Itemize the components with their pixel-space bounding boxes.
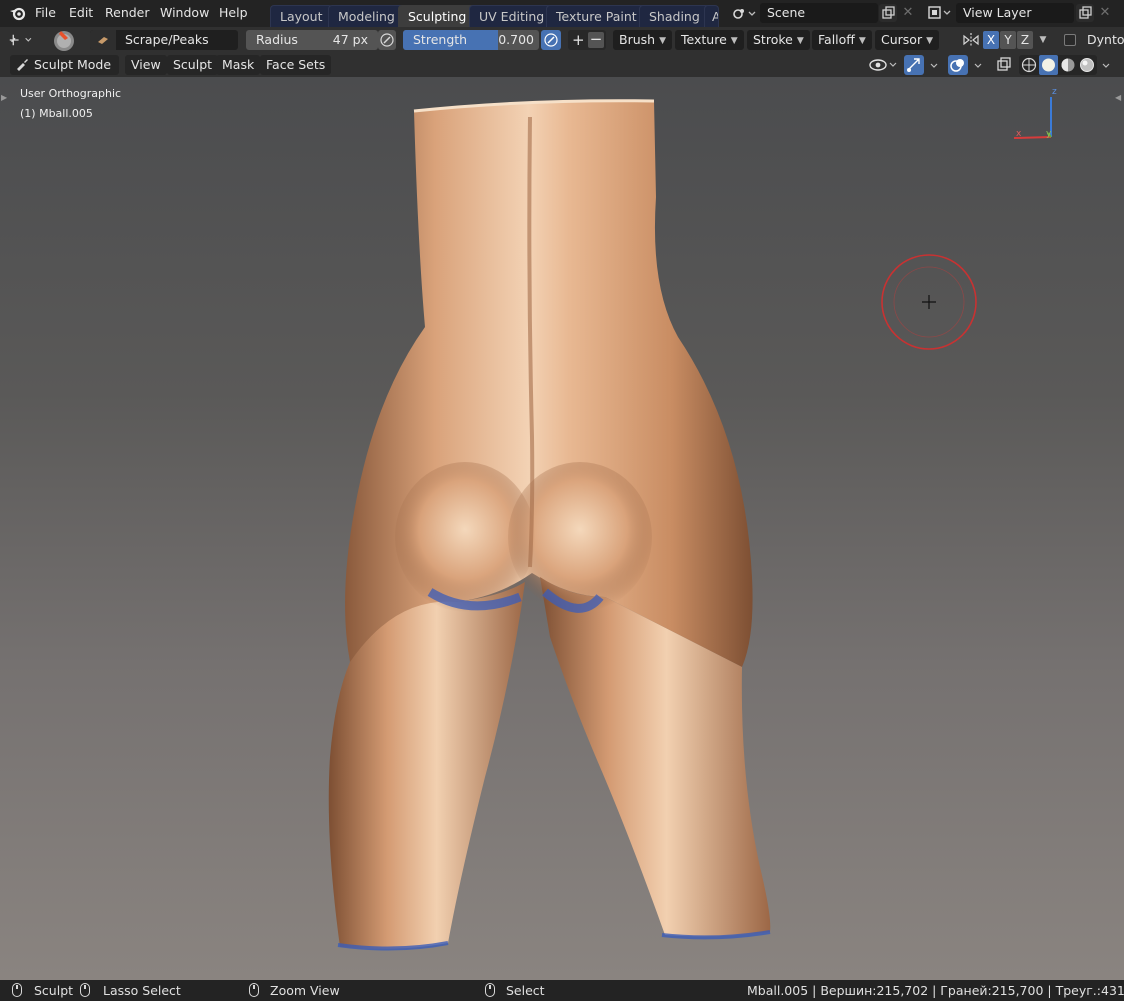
status-zoom-action: Zoom View (270, 983, 340, 998)
falloff-menu-label: Falloff (818, 32, 855, 47)
scene-name-field[interactable]: Scene (760, 3, 878, 23)
sculpt-brush-icon (17, 59, 28, 71)
chevron-down-icon[interactable]: ▼ (1035, 31, 1051, 49)
close-icon[interactable]: ✕ (1096, 4, 1114, 22)
shading-solid-icon (1042, 58, 1055, 72)
shading-wireframe-icon (1021, 57, 1037, 73)
sculpt-mesh[interactable] (0, 77, 1124, 980)
mouse-right-icon (485, 983, 495, 997)
dyntopo-label: Dyntopo (1087, 32, 1124, 47)
3d-viewport[interactable]: ▶ ◀ User Orthographic (1) Mball.005 z x … (0, 77, 1124, 980)
tab-animation[interactable]: A (704, 5, 719, 27)
radius-slider[interactable]: Radius 47 px (246, 30, 378, 50)
visibility-selector[interactable] (866, 55, 900, 75)
radius-label: Radius (256, 32, 298, 47)
status-middle-action: Lasso Select (103, 983, 181, 998)
brush-preview-icon (90, 30, 116, 50)
status-select-action: Select (506, 983, 545, 998)
texture-menu[interactable]: Texture ▼ (675, 30, 744, 50)
menu-help[interactable]: Help (219, 4, 248, 22)
chevron-down-icon[interactable] (969, 55, 987, 75)
subtract-icon[interactable]: − (588, 32, 604, 48)
status-left-action: Sculpt (34, 983, 74, 998)
status-bar: Sculpt Lasso Select Zoom View Select Mba… (0, 980, 1124, 1001)
chevron-down-icon[interactable] (1098, 55, 1114, 75)
brush-name: Scrape/Peaks (124, 32, 209, 47)
strength-value: 0.700 (498, 32, 534, 47)
mouse-middle-icon (80, 983, 90, 997)
header-menu-mask[interactable]: Mask (216, 55, 261, 75)
radius-pressure-toggle[interactable] (378, 30, 396, 50)
chevron-down-icon: ▼ (796, 36, 804, 46)
brush-menu[interactable]: Brush ▼ (613, 30, 672, 50)
chevron-down-icon: ▼ (926, 36, 934, 46)
pressure-pen-icon (544, 33, 558, 47)
falloff-menu[interactable]: Falloff ▼ (812, 30, 872, 50)
tool-settings-bar: Scrape/Peaks Radius 47 px Strength 0.700… (0, 27, 1124, 52)
mouse-left-icon (12, 983, 22, 997)
symmetry-y-toggle[interactable]: Y (1000, 31, 1016, 49)
cursor-menu[interactable]: Cursor ▼ (875, 30, 940, 50)
cursor-menu-label: Cursor (881, 32, 923, 47)
chevron-down-icon: ▼ (858, 36, 866, 46)
tab-texture-paint[interactable]: Texture Paint (546, 5, 647, 27)
header-menu-sculpt[interactable]: Sculpt (167, 55, 219, 75)
shading-rendered-icon (1080, 58, 1094, 72)
tab-uv-editing[interactable]: UV Editing (469, 5, 555, 27)
chevron-down-icon: ▼ (659, 36, 666, 46)
tool-selector[interactable] (6, 30, 40, 50)
copy-icon[interactable] (879, 4, 897, 22)
menu-edit[interactable]: Edit (69, 4, 93, 22)
menu-file[interactable]: File (35, 4, 56, 22)
mouse-scroll-icon (249, 983, 259, 997)
tab-shading[interactable]: Shading (639, 5, 710, 27)
strength-pressure-toggle[interactable] (541, 30, 561, 50)
texture-menu-label: Texture (681, 32, 727, 47)
symmetry-x-toggle[interactable]: X (983, 31, 999, 49)
header-menu-view[interactable]: View (125, 55, 167, 75)
stroke-menu-label: Stroke (753, 32, 793, 47)
shading-material-icon (1061, 58, 1075, 72)
tab-sculpting[interactable]: Sculpting (398, 5, 477, 27)
top-menu-bar: File Edit Render Window Help Layout Mode… (0, 0, 1124, 27)
tab-modeling[interactable]: Modeling (328, 5, 405, 27)
stroke-menu[interactable]: Stroke ▼ (747, 30, 810, 50)
brush-datablock[interactable]: Scrape/Peaks (90, 30, 238, 50)
menu-window[interactable]: Window (160, 4, 209, 22)
radius-value: 47 px (332, 32, 368, 47)
chevron-down-icon[interactable] (925, 55, 943, 75)
copy-icon[interactable] (1076, 4, 1094, 22)
brush-menu-label: Brush (619, 32, 656, 47)
menu-render[interactable]: Render (105, 4, 150, 22)
blender-logo-icon[interactable] (9, 5, 27, 21)
scene-statistics: Mball.005 | Вершин:215,702 | Граней:215,… (747, 983, 1124, 998)
shading-mode-group (1019, 55, 1097, 75)
add-icon[interactable]: + (572, 30, 585, 50)
mode-selector[interactable]: Sculpt Mode▼ (10, 55, 119, 91)
viewport-header: Sculpt Mode▼ View Sculpt Mask Face Sets (0, 52, 1124, 91)
view-layer-field[interactable]: View Layer (956, 3, 1074, 23)
dyntopo-checkbox[interactable] (1064, 34, 1076, 46)
strength-slider[interactable]: Strength 0.700 (403, 30, 539, 50)
view-layer-icon[interactable] (928, 5, 954, 21)
brush-cursor (881, 254, 977, 350)
gizmo-icon[interactable] (904, 55, 924, 75)
header-menu-face-sets[interactable]: Face Sets (260, 55, 332, 75)
symmetry-icon[interactable] (962, 32, 980, 48)
brush-icon[interactable] (52, 28, 76, 52)
scene-icon[interactable] (732, 6, 758, 22)
direction-toggle[interactable]: + − (568, 30, 606, 50)
chevron-down-icon: ▼ (730, 36, 738, 46)
xray-toggle-icon[interactable] (994, 55, 1014, 75)
mode-label: Sculpt Mode (33, 57, 112, 72)
tab-layout[interactable]: Layout (270, 5, 333, 27)
close-icon[interactable]: ✕ (899, 4, 917, 22)
strength-label: Strength (413, 32, 468, 47)
symmetry-z-toggle[interactable]: Z (1017, 31, 1033, 49)
overlay-icon[interactable] (948, 55, 968, 75)
pressure-pen-icon (380, 33, 394, 47)
